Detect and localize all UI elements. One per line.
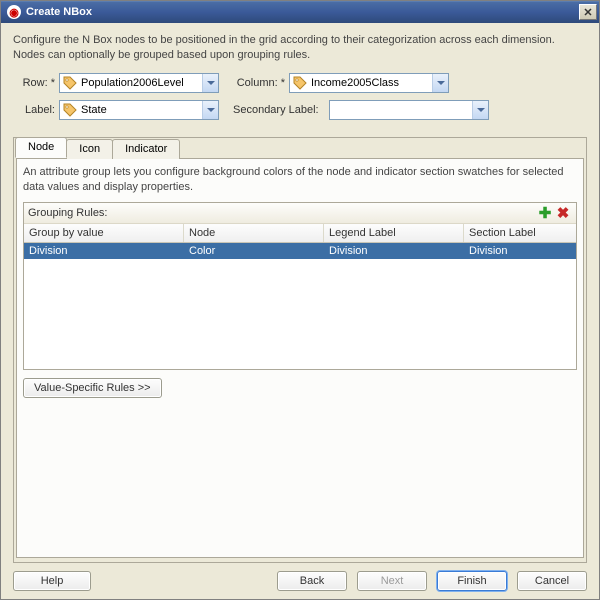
table-empty-area [24, 259, 576, 369]
window-title: Create NBox [26, 6, 579, 18]
tab-body-node: An attribute group lets you configure ba… [16, 158, 584, 558]
remove-icon[interactable]: ✖ [554, 205, 572, 221]
attribute-desc: An attribute group lets you configure ba… [23, 165, 577, 195]
secondary-label-combo[interactable] [329, 100, 489, 120]
help-button[interactable]: Help [13, 571, 91, 591]
finish-button[interactable]: Finish [437, 571, 507, 591]
tab-indicator[interactable]: Indicator [112, 139, 180, 159]
cell-group-by: Division [24, 243, 184, 259]
column-value: Income2005Class [309, 77, 432, 89]
form-row-1: Row: * Population2006Level Column: * Inc… [13, 73, 587, 93]
footer: Help Back Next Finish Cancel [13, 563, 587, 591]
tab-icon[interactable]: Icon [66, 139, 113, 159]
chevron-down-icon[interactable] [472, 101, 488, 119]
form-row-2: Label: State Secondary Label: [13, 100, 587, 120]
col-section[interactable]: Section Label [464, 224, 576, 242]
title-bar: ◉ Create NBox ✕ [1, 1, 599, 23]
col-legend[interactable]: Legend Label [324, 224, 464, 242]
back-button[interactable]: Back [277, 571, 347, 591]
cell-node: Color [184, 243, 324, 259]
grouping-rules-header: Grouping Rules: ✚ ✖ [24, 203, 576, 224]
row-label: Row: * [13, 77, 55, 89]
secondary-label-label: Secondary Label: [233, 104, 325, 116]
label-combo[interactable]: State [59, 100, 219, 120]
column-combo[interactable]: Income2005Class [289, 73, 449, 93]
chevron-down-icon[interactable] [202, 74, 218, 92]
chevron-down-icon[interactable] [202, 101, 218, 119]
column-label: Column: * [233, 77, 285, 89]
cell-section: Division [464, 243, 576, 259]
tab-node[interactable]: Node [15, 137, 67, 158]
tab-strip: Node Icon Indicator [16, 137, 586, 158]
dialog-content: Configure the N Box nodes to be position… [1, 23, 599, 599]
table-header: Group by value Node Legend Label Section… [24, 224, 576, 243]
tab-panel: Node Icon Indicator An attribute group l… [13, 137, 587, 563]
grouping-rules-title: Grouping Rules: [28, 207, 536, 219]
app-icon: ◉ [7, 5, 21, 19]
close-button[interactable]: ✕ [579, 4, 597, 20]
row-value: Population2006Level [79, 77, 202, 89]
label-label: Label: [13, 104, 55, 116]
col-group-by[interactable]: Group by value [24, 224, 184, 242]
cancel-button[interactable]: Cancel [517, 571, 587, 591]
tag-icon [292, 75, 308, 91]
cell-legend: Division [324, 243, 464, 259]
tag-icon [62, 102, 78, 118]
add-icon[interactable]: ✚ [536, 205, 554, 221]
label-value: State [79, 104, 202, 116]
chevron-down-icon[interactable] [432, 74, 448, 92]
value-specific-row: Value-Specific Rules >> [23, 378, 577, 398]
next-button[interactable]: Next [357, 571, 427, 591]
table-row[interactable]: Division Color Division Division [24, 243, 576, 259]
grouping-rules-box: Grouping Rules: ✚ ✖ Group by value Node … [23, 202, 577, 370]
tag-icon [62, 75, 78, 91]
panel-spacer [23, 398, 577, 551]
description-text: Configure the N Box nodes to be position… [13, 33, 587, 63]
row-combo[interactable]: Population2006Level [59, 73, 219, 93]
value-specific-button[interactable]: Value-Specific Rules >> [23, 378, 162, 398]
col-node[interactable]: Node [184, 224, 324, 242]
